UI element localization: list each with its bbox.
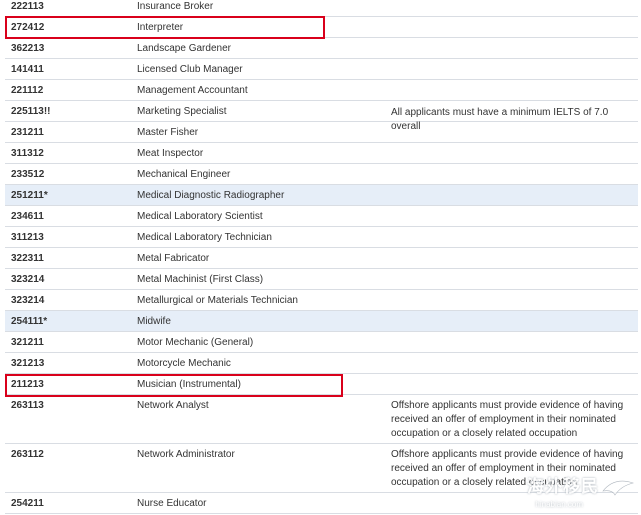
occupation-name: Metallurgical or Materials Technician: [137, 295, 298, 306]
highlight-box-interpreter: [5, 16, 325, 39]
occupation-code: 231211: [11, 127, 44, 138]
occupation-code: 234611: [11, 211, 44, 222]
occupation-name: Motor Mechanic (General): [137, 337, 254, 348]
occupation-name: Licensed Club Manager: [137, 64, 243, 75]
occupation-name: Midwife: [137, 316, 171, 327]
table-row: 221112 Management Accountant: [5, 80, 638, 101]
occupation-table: 222113 Insurance Broker 272412 Interpret…: [5, 0, 638, 514]
occupation-code: 321211: [11, 337, 44, 348]
watermark-url: hinabian.com: [535, 500, 583, 509]
occupation-code: 254111*: [11, 316, 48, 327]
table-row: 225113!! Marketing Specialist All applic…: [5, 101, 638, 132]
table-row: 141411 Licensed Club Manager: [5, 59, 638, 80]
occupation-code: 263112: [11, 449, 44, 460]
occupation-name: Meat Inspector: [137, 148, 204, 159]
occupation-name: Metal Fabricator: [137, 253, 210, 264]
occupation-name: Insurance Broker: [137, 1, 214, 12]
occupation-code: 323214: [11, 295, 45, 306]
table-row: 263113 Network Analyst Offshore applican…: [5, 395, 638, 444]
occupation-name: Management Accountant: [137, 85, 248, 96]
occupation-code: 362213: [11, 43, 45, 54]
occupation-name: Mechanical Engineer: [137, 169, 231, 180]
occupation-name: Medical Diagnostic Radiographer: [137, 190, 285, 201]
occupation-name: Marketing Specialist: [137, 106, 227, 117]
table-row: 231211 Master Fisher: [5, 122, 638, 143]
table-row: 311213 Medical Laboratory Technician: [5, 227, 638, 248]
watermark-text: 海外移民: [527, 477, 599, 496]
occupation-name: Metal Machinist (First Class): [137, 274, 264, 285]
occupation-code: 322311: [11, 253, 44, 264]
table-row: 321213 Motorcycle Mechanic: [5, 353, 638, 374]
table-row: 222113 Insurance Broker: [5, 0, 638, 17]
occupation-code: 141411: [11, 64, 44, 75]
occupation-name: Medical Laboratory Technician: [137, 232, 272, 243]
occupation-name: Network Administrator: [137, 449, 235, 460]
occupation-code: 254211: [11, 498, 44, 509]
highlight-box-musician: [5, 374, 343, 397]
table-row: 323214 Metallurgical or Materials Techni…: [5, 290, 638, 311]
table-row: 321211 Motor Mechanic (General): [5, 332, 638, 353]
occupation-note: Offshore applicants must provide evidenc…: [391, 400, 624, 439]
table-row: 233512 Mechanical Engineer: [5, 164, 638, 185]
occupation-code: 233512: [11, 169, 45, 180]
table-row: 322311 Metal Fabricator: [5, 248, 638, 269]
occupation-code: 222113: [11, 1, 44, 12]
occupation-code: 321213: [11, 358, 45, 369]
occupation-name: Network Analyst: [137, 400, 209, 411]
table-row: 311312 Meat Inspector: [5, 143, 638, 164]
bird-logo-icon: [602, 480, 635, 496]
occupation-name: Motorcycle Mechanic: [137, 358, 231, 369]
occupation-name: Landscape Gardener: [137, 43, 231, 54]
occupation-code: 323214: [11, 274, 45, 285]
occupation-code: 251211*: [11, 190, 48, 201]
table-row-highlighted: 254111* Midwife: [5, 311, 638, 332]
occupation-name: Master Fisher: [137, 127, 199, 138]
table-row-highlighted: 251211* Medical Diagnostic Radiographer: [5, 185, 638, 206]
occupation-code: 221112: [11, 85, 44, 96]
table-row: 362213 Landscape Gardener: [5, 38, 638, 59]
occupation-name: Medical Laboratory Scientist: [137, 211, 263, 222]
table-row: 234611 Medical Laboratory Scientist: [5, 206, 638, 227]
occupation-name: Nurse Educator: [137, 498, 207, 509]
occupation-code: 311312: [11, 148, 44, 159]
occupation-code: 263113: [11, 400, 44, 411]
occupation-code: 225113!!: [11, 106, 51, 117]
occupation-code: 311213: [11, 232, 44, 243]
table-row: 323214 Metal Machinist (First Class): [5, 269, 638, 290]
